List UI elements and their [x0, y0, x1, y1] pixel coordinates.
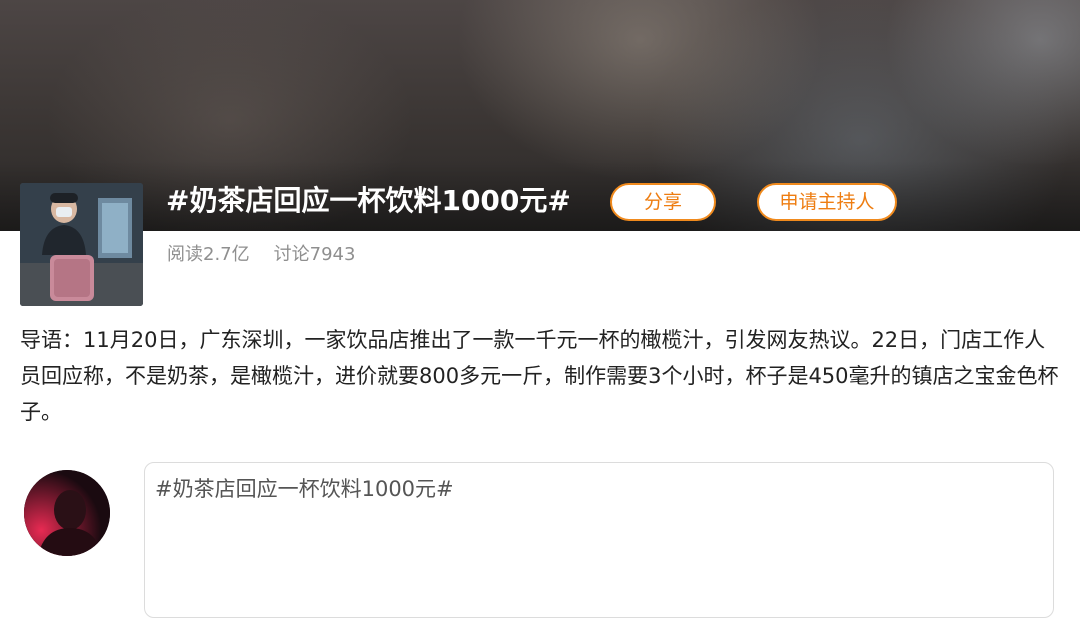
share-button[interactable]: 分享 — [610, 183, 716, 221]
topic-stats: 阅读2.7亿 讨论7943 — [167, 242, 355, 268]
topic-title: #奶茶店回应一杯饮料1000元# — [166, 184, 571, 217]
read-count: 阅读2.7亿 — [167, 244, 250, 265]
cover-photo-illustration — [20, 183, 143, 306]
discussion-count: 讨论7943 — [273, 244, 356, 265]
topic-cover-image — [20, 183, 143, 306]
apply-host-button[interactable]: 申请主持人 — [757, 183, 897, 221]
user-avatar[interactable] — [24, 470, 110, 556]
comment-composer-input[interactable] — [144, 462, 1054, 618]
avatar-illustration — [24, 470, 110, 556]
topic-intro-text: 导语：11月20日，广东深圳，一家饮品店推出了一款一千元一杯的橄榄汁，引发网友热… — [20, 328, 1059, 424]
